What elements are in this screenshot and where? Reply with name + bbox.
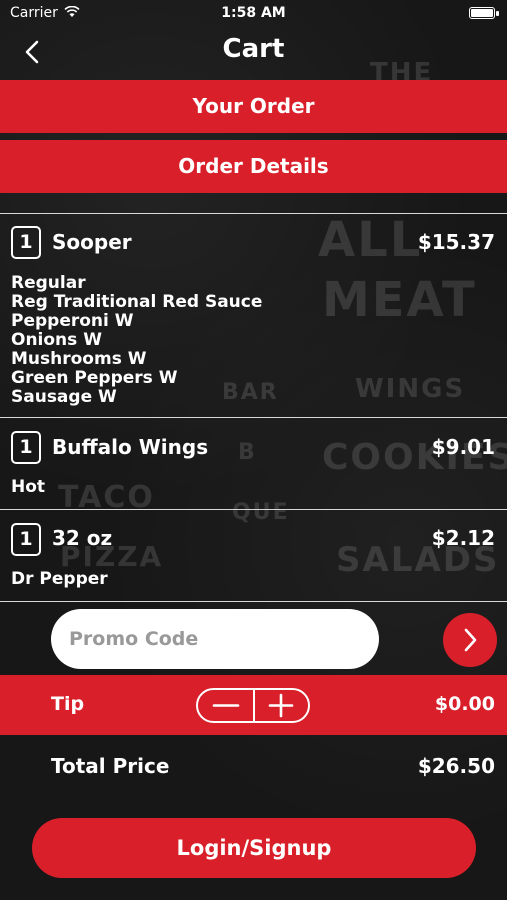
background-word: ALL xyxy=(318,212,423,268)
modifier: Dr Pepper xyxy=(11,569,108,589)
modifier: Mushrooms W xyxy=(11,349,147,369)
status-time: 1:58 AM xyxy=(221,5,286,21)
battery-icon xyxy=(469,7,495,19)
order-details-header[interactable]: Order Details xyxy=(0,140,507,193)
chevron-right-icon xyxy=(464,628,477,652)
modifier: Hot xyxy=(11,477,46,497)
item-modifiers: Regular Reg Traditional Red Sauce Pepper… xyxy=(11,274,262,407)
quantity-badge: 1 xyxy=(11,431,41,464)
background-word: WINGS xyxy=(355,374,466,404)
item-modifiers: Dr Pepper xyxy=(11,570,108,589)
tip-bar: Tip $0.00 xyxy=(0,675,507,735)
divider xyxy=(0,509,507,510)
promo-code-input[interactable] xyxy=(51,609,379,669)
battery-tip xyxy=(496,11,499,16)
modifier: Sausage W xyxy=(11,387,117,407)
minus-icon xyxy=(212,704,240,707)
navigation-bar: Cart xyxy=(0,28,507,76)
item-name: 32 oz xyxy=(52,526,113,550)
modifier: Regular xyxy=(11,273,86,293)
tip-amount: $0.00 xyxy=(434,693,495,715)
quantity-badge: 1 xyxy=(11,523,41,556)
modifier: Reg Traditional Red Sauce xyxy=(11,292,263,312)
item-name: Buffalo Wings xyxy=(52,435,209,459)
background-word: MEAT xyxy=(322,272,477,328)
modifier: Green Peppers W xyxy=(11,368,178,388)
total-price-label: Total Price xyxy=(51,754,170,778)
item-name: Sooper xyxy=(52,230,132,254)
background-word: QUE xyxy=(232,500,290,525)
your-order-header[interactable]: Your Order xyxy=(0,80,507,133)
item-price: $9.01 xyxy=(431,435,495,459)
login-signup-button[interactable]: Login/Signup xyxy=(32,818,476,878)
tip-decrease-button[interactable] xyxy=(198,690,253,721)
item-modifiers: Hot xyxy=(11,478,45,497)
page-title: Cart xyxy=(222,34,285,64)
status-bar: Carrier 1:58 AM xyxy=(0,0,507,28)
total-price-value: $26.50 xyxy=(417,754,495,778)
divider xyxy=(0,601,507,602)
divider xyxy=(0,213,507,214)
item-price: $2.12 xyxy=(431,526,495,550)
background-word: B xyxy=(238,440,257,465)
apply-promo-button[interactable] xyxy=(443,613,497,667)
tip-label: Tip xyxy=(51,693,85,715)
tip-increase-button[interactable] xyxy=(255,690,310,721)
modifier: Onions W xyxy=(11,330,102,350)
plus-icon xyxy=(268,693,294,718)
item-price: $15.37 xyxy=(417,230,495,254)
modifier: Pepperoni W xyxy=(11,311,134,331)
quantity-badge: 1 xyxy=(11,226,41,259)
divider xyxy=(0,417,507,418)
tip-stepper[interactable] xyxy=(196,688,310,723)
